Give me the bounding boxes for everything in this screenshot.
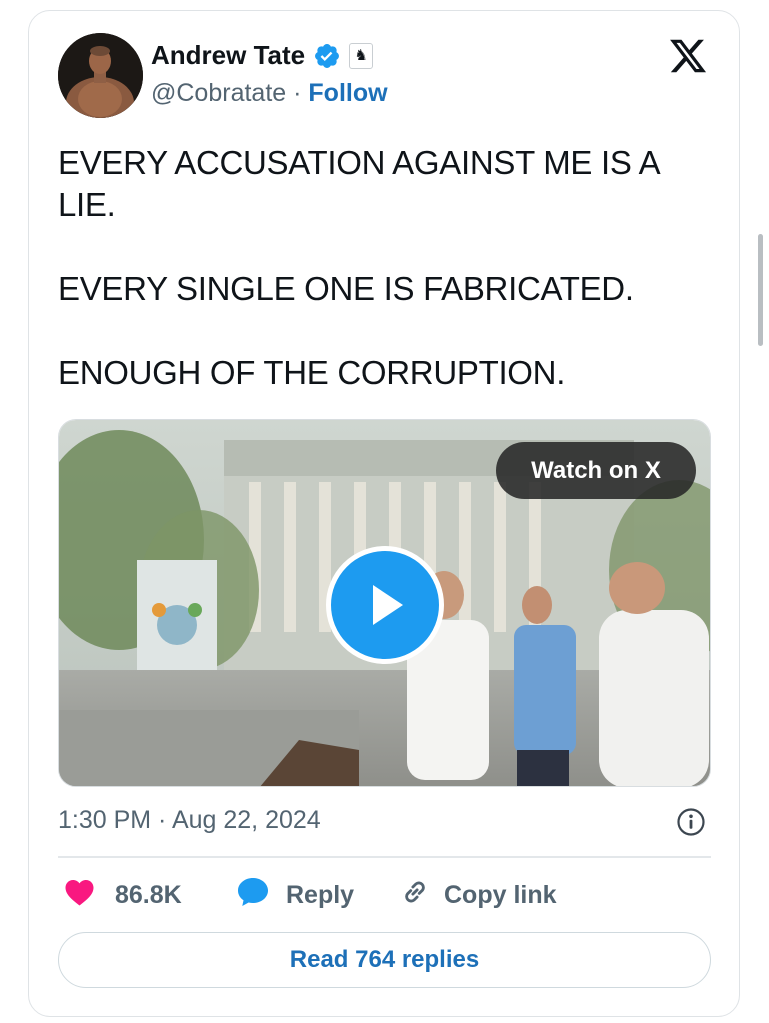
- info-icon[interactable]: [676, 807, 706, 837]
- tweet-line: ENOUGH OF THE CORRUPTION.: [58, 354, 566, 391]
- read-replies-button[interactable]: Read 764 replies: [58, 932, 711, 988]
- link-icon: [398, 875, 432, 916]
- handle-row: @Cobratate · Follow: [151, 79, 388, 108]
- tweet-line: EVERY SINGLE ONE IS FABRICATED.: [58, 270, 634, 307]
- action-bar: 86.8K Reply Copy link: [58, 872, 711, 918]
- avatar-image: [58, 33, 143, 118]
- reply-bubble-icon: [236, 876, 270, 915]
- like-count: 86.8K: [115, 880, 182, 909]
- chess-knight-icon[interactable]: ♞: [349, 42, 374, 69]
- handle-separator: ·: [293, 79, 302, 107]
- divider: [58, 856, 711, 858]
- author-name-row: Andrew Tate ♞: [151, 40, 374, 71]
- watch-on-x-button[interactable]: Watch on X: [496, 442, 696, 499]
- scrollbar[interactable]: [758, 234, 763, 346]
- reply-label: Reply: [286, 880, 355, 909]
- reply-button[interactable]: Reply: [236, 872, 354, 918]
- tweet-timestamp[interactable]: 1:30 PM · Aug 22, 2024: [58, 806, 321, 835]
- tweet-text: EVERY ACCUSATION AGAINST ME IS A LIE. EV…: [58, 142, 708, 436]
- verified-badge-icon: [313, 42, 341, 70]
- copy-link-button[interactable]: Copy link: [398, 872, 557, 918]
- like-button[interactable]: 86.8K: [64, 872, 182, 918]
- avatar[interactable]: [58, 33, 143, 118]
- tweet-line: EVERY ACCUSATION AGAINST ME IS A LIE.: [58, 144, 659, 223]
- x-logo-icon[interactable]: [667, 36, 709, 76]
- copy-link-label: Copy link: [444, 880, 557, 909]
- author-name[interactable]: Andrew Tate: [151, 40, 305, 71]
- heart-icon: [64, 878, 95, 913]
- follow-link[interactable]: Follow: [308, 79, 387, 107]
- play-icon[interactable]: [326, 546, 444, 664]
- author-handle[interactable]: @Cobratate: [151, 79, 286, 107]
